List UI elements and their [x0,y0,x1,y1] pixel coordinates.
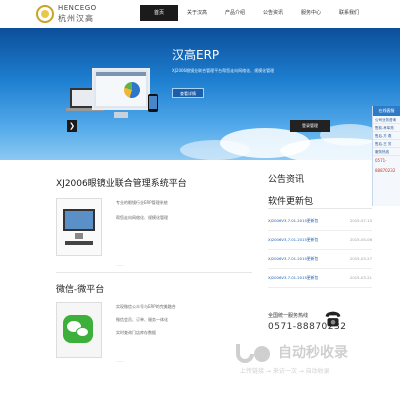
news-item-link[interactable]: XJ2006V3.7.01.2015更新包 [268,218,318,224]
nav-about[interactable]: 关于汉高 [178,5,216,21]
logo-text-cn: 杭州汉高 [58,14,94,23]
service-contact-item: 服务热线 [373,148,400,156]
logo-mark-icon [36,5,54,23]
service-contact-item[interactable]: 售后-王 芳 [373,140,400,148]
login-manage-button[interactable]: 登录管理 [290,120,330,132]
nav-home[interactable]: 首页 [140,5,178,21]
product-title-erp[interactable]: XJ2006眼镜业联合管理系统平台 [56,176,187,189]
wechat-summary-line: 实时查询门店库存数据 [116,330,156,335]
wechat-product-summary: 实现微信公众号与ERP的完美融合 微信会员、订单、服务一体化 实时查询门店库存数… [116,302,176,337]
monitor-screen [96,72,146,106]
news-subsection-title[interactable]: 软件更新包 [268,194,313,207]
banner-description: XJ2006眼镜业联合管理平台帮您走向网络化、规模化管理 [172,68,275,73]
news-item-link[interactable]: XJ2006V3.7.01.2015更新包 [268,256,318,262]
nav-news[interactable]: 公告资讯 [254,5,292,21]
cloud-shape [180,140,250,160]
service-widget-phone: 0571-88870232 [375,158,396,173]
main-nav: 首页 关于汉高 产品介绍 公告资讯 服务中心 联系我们 [140,5,368,21]
wechat-summary-line: 微信会员、订单、服务一体化 [116,317,168,322]
wechat-product-thumbnail[interactable] [56,302,102,358]
news-item-date: 2015-03-21 [349,275,372,280]
telephone-icon [325,311,341,327]
erp-product-thumbnail[interactable] [56,198,102,256]
erp-more-link[interactable]: …… [116,262,124,267]
news-item-link[interactable]: XJ2006V3.7.01.2015更新包 [268,275,318,281]
wechat-summary-line: 实现微信公众号与ERP的完美融合 [116,304,176,309]
erp-summary-line: 专业的眼镜行业ERP管理系统 [116,200,168,205]
news-list: XJ2006V3.7.01.2015更新包 2015-07-13 XJ2006V… [268,212,372,288]
watermark-subtext: 上传链接 → 来访一次 → 自动收录 [240,368,330,375]
monitor-illustration [92,68,150,110]
news-item: XJ2006V3.7.01.2015更新包 2015-07-13 [268,212,372,231]
wechat-logo-icon [63,315,93,343]
watermark-text: 自动秒收录 [278,345,348,361]
section-divider [56,272,252,273]
erp-summary-line: 帮您走向网络化、规模化管理 [116,215,168,220]
keyboard-illustration [65,241,93,245]
phone-illustration [148,94,158,112]
wechat-more-link[interactable]: …… [116,358,124,363]
watermark-overlay: 自动秒收录 上传链接 → 来访一次 → 自动收录 [232,338,382,386]
hotline-label: 全国统一服务热线 [268,313,309,319]
news-item: XJ2006V3.7.01.2015更新包 2015-03-27 [268,250,372,269]
nav-contact[interactable]: 联系我们 [330,5,368,21]
news-item: XJ2006V3.7.01.2015更新包 2015-05-06 [268,231,372,250]
monitor-stand [114,112,128,118]
service-widget-title: 在线客服 [373,106,400,116]
monitor-toolbar [96,72,146,76]
news-item-link[interactable]: XJ2006V3.7.01.2015更新包 [268,237,318,243]
news-section-title[interactable]: 公告资讯 [268,172,304,185]
news-item-date: 2015-05-06 [349,237,372,242]
service-contact-item[interactable]: 售后-方 燕 [373,132,400,140]
product-title-wechat[interactable]: 微信-微平台 [56,282,104,295]
watermark-logo-icon [236,344,270,363]
logo-text-en: HENCEGO [58,4,97,12]
nav-products[interactable]: 产品介绍 [216,5,254,21]
banner-details-button[interactable]: 查看详情 [172,88,204,98]
banner-title: 汉高ERP [172,48,220,62]
hero-banner: 汉高ERP XJ2006眼镜业联合管理平台帮您走向网络化、规模化管理 查看详情 … [0,28,400,160]
news-item: XJ2006V3.7.01.2015更新包 2015-03-21 [268,269,372,288]
erp-product-summary: 专业的眼镜行业ERP管理系统 帮您走向网络化、规模化管理 [116,198,168,222]
nav-service[interactable]: 服务中心 [292,5,330,21]
service-contact-item[interactable]: 公司业务咨询 [373,116,400,124]
computer-illustration [63,209,95,231]
banner-next-arrow-icon[interactable]: ❯ [67,120,77,132]
news-item-date: 2015-07-13 [349,218,372,223]
site-header: HENCEGO 杭州汉高 首页 关于汉高 产品介绍 公告资讯 服务中心 联系我们 [0,0,400,28]
news-item-date: 2015-03-27 [349,256,372,261]
site-logo[interactable]: HENCEGO 杭州汉高 [36,3,104,25]
service-contact-item[interactable]: 售前-肖军亮 [373,124,400,132]
news-divider [268,208,372,209]
wechat-bubble [76,327,89,337]
online-service-widget: 在线客服 公司业务咨询 售前-肖军亮 售后-方 燕 售后-王 芳 服务热线 05… [372,106,400,206]
pie-chart-icon [124,82,140,98]
computer-stand [75,233,83,239]
